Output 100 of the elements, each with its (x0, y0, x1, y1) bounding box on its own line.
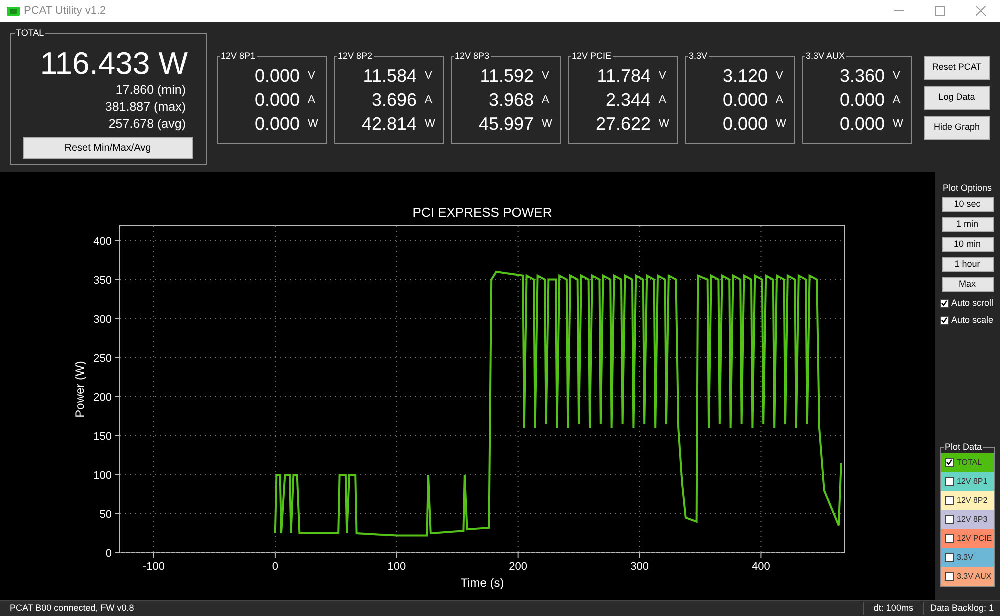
unit-label: W (659, 116, 668, 132)
y-axis-tick (114, 513, 120, 514)
panel-label: 3.3V AUX (805, 50, 846, 62)
checkbox[interactable] (945, 553, 954, 562)
checkbox[interactable] (945, 458, 954, 467)
y-tick-label: 200 (94, 392, 112, 404)
panel-label: 12V 8P2 (337, 50, 374, 62)
panel-label: TOTAL (15, 27, 46, 39)
reading-value: 45.997 (478, 114, 534, 134)
x-tick-label: -100 (143, 561, 166, 573)
stat-value: 381.887 (max) (105, 99, 186, 116)
action-button[interactable]: Reset PCAT (924, 56, 990, 80)
x-axis-tick (639, 552, 640, 558)
unit-label: W (776, 116, 785, 132)
unit-label: V (542, 68, 550, 84)
app-icon (7, 6, 20, 16)
reading-value: 3.696 (372, 90, 417, 110)
series-toggle[interactable]: 3.3V (941, 548, 994, 567)
unit-label: V (893, 68, 902, 84)
y-axis-tick (114, 474, 120, 476)
range-button[interactable]: Max (942, 277, 994, 292)
unit-label: V (776, 68, 784, 84)
unit-label: A (659, 92, 668, 108)
interval-status: dt: 100ms (862, 602, 924, 616)
panel-label: Plot Data (944, 441, 984, 453)
close-icon[interactable] (976, 6, 986, 16)
x-tick-label: 100 (388, 561, 406, 573)
unit-label: A (893, 92, 902, 108)
panel-label: 12V PCIE (571, 50, 613, 62)
x-axis-tick (760, 552, 762, 558)
x-axis-title: Time (s) (460, 576, 504, 590)
checkbox[interactable] (945, 572, 954, 581)
series-toggle[interactable]: 12V PCIE (941, 529, 994, 548)
checkbox-label: Auto scale (952, 314, 994, 326)
y-axis-tick (114, 357, 120, 358)
stat-value: 257.678 (avg) (108, 116, 186, 133)
checkbox[interactable] (945, 534, 954, 543)
unit-label: W (308, 116, 317, 132)
x-tick-label: 200 (509, 561, 528, 573)
series-toggle[interactable]: 12V 8P1 (941, 472, 994, 491)
reading-value: 0.000 (722, 90, 768, 110)
series-toggle[interactable]: TOTAL (941, 453, 994, 472)
stat-value: 17.860 (min) (116, 82, 186, 99)
panel-label: 3.3V (688, 50, 709, 62)
reading-value: 0.000 (722, 114, 768, 134)
reading-value: 0.000 (840, 114, 885, 134)
action-button[interactable]: Log Data (924, 86, 990, 110)
window-title: PCAT Utility v1.2 (24, 4, 106, 19)
reading-value: 0.000 (254, 66, 300, 86)
x-axis-tick (274, 552, 276, 558)
checkbox[interactable] (945, 477, 954, 486)
checkbox[interactable] (940, 316, 948, 325)
reading-value: 42.814 (362, 114, 417, 134)
x-tick-label: 400 (752, 561, 770, 573)
reading-value: 11.784 (597, 66, 651, 86)
range-button[interactable]: 10 sec (942, 197, 994, 212)
series-toggle[interactable]: 12V 8P3 (941, 510, 994, 529)
unit-label: A (308, 92, 316, 108)
unit-label: W (893, 116, 902, 132)
checkbox[interactable] (945, 496, 954, 505)
y-axis-tick (114, 240, 120, 242)
y-tick-label: 100 (94, 470, 112, 482)
y-axis-tick (114, 552, 120, 554)
y-tick-label: 250 (94, 352, 112, 365)
y-axis-tick (114, 435, 120, 436)
range-button[interactable]: 10 min (942, 237, 994, 252)
reading-value: 0.000 (254, 114, 300, 134)
unit-label: V (425, 68, 434, 84)
series-toggle[interactable]: 12V 8P2 (941, 491, 994, 510)
panel-label: 12V 8P1 (220, 50, 257, 62)
maximize-icon[interactable] (935, 6, 945, 16)
connection-status: PCAT B00 connected, FW v0.8 (10, 602, 134, 615)
backlog-status: Data Backlog: 1 (929, 602, 995, 615)
range-button[interactable]: 1 min (942, 217, 994, 232)
unit-label: A (776, 92, 784, 108)
y-tick-label: 350 (94, 274, 112, 287)
x-axis-tick (396, 552, 398, 558)
checkbox-label: Auto scroll (952, 297, 994, 310)
action-button[interactable]: Hide Graph (924, 116, 990, 140)
y-tick-label: 150 (94, 430, 112, 443)
y-tick-label: 400 (94, 236, 112, 248)
y-axis-tick (114, 279, 120, 280)
checkbox[interactable] (945, 515, 954, 524)
y-tick-label: 50 (100, 508, 112, 521)
y-axis-tick (114, 396, 120, 398)
checkbox[interactable] (940, 299, 948, 308)
reading-value: 3.360 (840, 66, 885, 86)
unit-label: W (425, 116, 434, 132)
range-button[interactable]: 1 hour (942, 257, 994, 272)
reading-value: 11.592 (480, 66, 534, 86)
unit-label: A (542, 92, 550, 108)
chart-title: PCI EXPRESS POWER (412, 205, 552, 220)
reading-value: 3.968 (488, 90, 534, 110)
unit-label: W (542, 116, 551, 132)
reset-min-max-avg-button[interactable]: Reset Min/Max/Avg (23, 137, 193, 159)
plot-options-label: Plot Options (942, 182, 992, 194)
reading-value: 3.120 (722, 66, 768, 86)
reading-value: 2.344 (606, 90, 651, 110)
series-toggle[interactable]: 3.3V AUX (941, 567, 994, 586)
reading-value: 0.000 (840, 90, 885, 110)
